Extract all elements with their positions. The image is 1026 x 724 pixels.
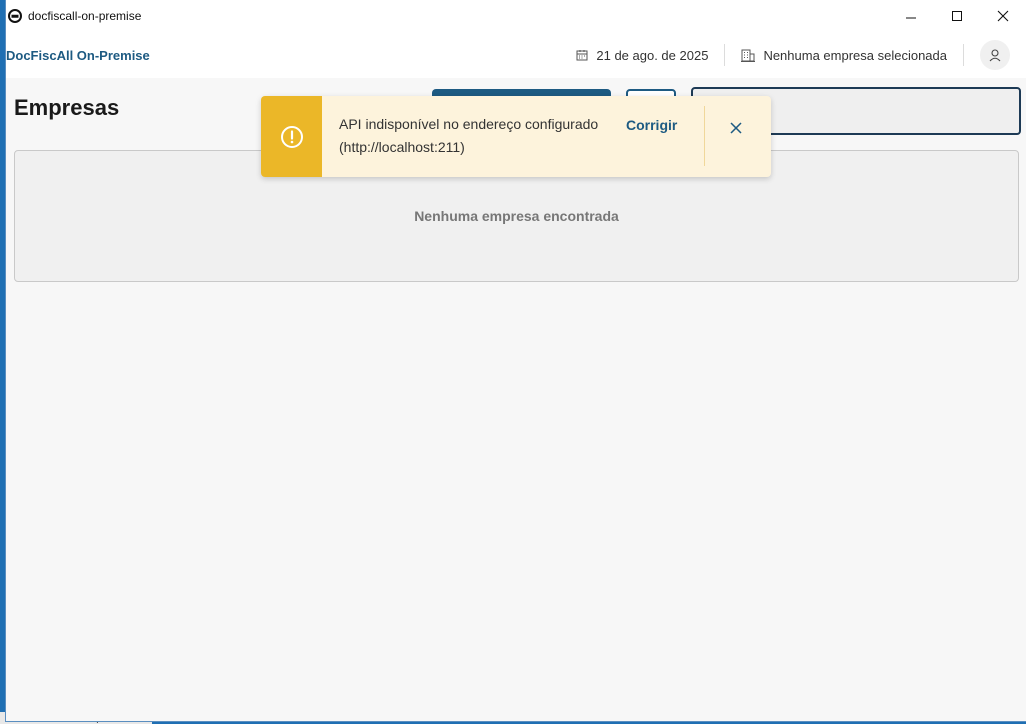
maximize-button[interactable] xyxy=(934,0,980,32)
warning-toast: API indisponível no endereço configurado… xyxy=(261,96,771,177)
maximize-icon xyxy=(952,11,962,21)
empty-message: Nenhuma empresa encontrada xyxy=(414,208,619,224)
close-icon xyxy=(730,122,742,134)
app-logo-icon xyxy=(8,9,22,23)
calendar-icon xyxy=(576,50,588,61)
app-header: DocFiscAll On-Premise 21 de ago. de 2025 xyxy=(6,32,1026,78)
header-right: 21 de ago. de 2025 Nenhuma empresa selec… xyxy=(576,32,1010,78)
user-avatar-button[interactable] xyxy=(980,40,1010,70)
warning-circle-icon xyxy=(280,125,303,148)
minimize-icon xyxy=(906,17,916,19)
title-bar[interactable]: docfiscall-on-premise xyxy=(6,0,1026,32)
app-window: docfiscall-on-premise DocFiscAll On-Prem… xyxy=(6,0,1026,721)
close-window-button[interactable] xyxy=(980,0,1026,32)
company-selector[interactable]: Nenhuma empresa selecionada xyxy=(741,48,947,63)
user-icon xyxy=(989,49,1001,62)
header-divider xyxy=(724,44,726,66)
page-title: Empresas xyxy=(14,95,120,120)
minimize-button[interactable] xyxy=(888,0,934,32)
window-title: docfiscall-on-premise xyxy=(28,9,142,23)
toast-divider xyxy=(704,106,705,166)
company-label: Nenhuma empresa selecionada xyxy=(763,47,947,63)
toast-indicator xyxy=(261,96,322,177)
app-brand[interactable]: DocFiscAll On-Premise xyxy=(6,48,150,63)
toast-fix-link[interactable]: Corrigir xyxy=(626,117,677,133)
window-controls xyxy=(888,0,1026,32)
close-icon xyxy=(997,10,1009,22)
header-divider xyxy=(963,44,964,66)
toast-close-button[interactable] xyxy=(725,117,747,139)
date-label: 21 de ago. de 2025 xyxy=(596,47,709,63)
building-icon xyxy=(741,49,756,62)
date-display[interactable]: 21 de ago. de 2025 xyxy=(576,48,708,63)
toast-message: API indisponível no endereço configurado… xyxy=(339,116,599,155)
